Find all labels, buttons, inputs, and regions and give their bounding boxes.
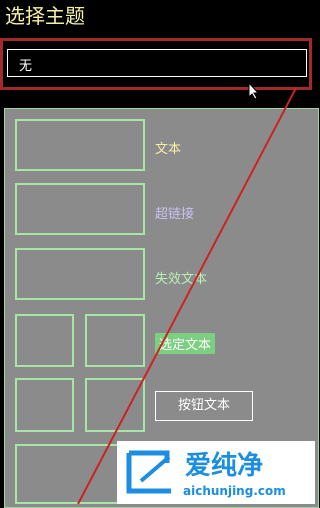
mouse-pointer-icon xyxy=(248,82,260,100)
button-text-fg-swatch[interactable] xyxy=(15,378,74,432)
page-title: 选择主题 xyxy=(5,4,85,28)
disabled-text-sample: 失效文本 xyxy=(155,272,208,287)
button-text-bg-swatch[interactable] xyxy=(85,378,145,432)
text-sample: 文本 xyxy=(155,142,182,157)
selected-text-fg-swatch[interactable] xyxy=(15,314,74,367)
hyperlink-color-swatch[interactable] xyxy=(15,183,145,235)
watermark-logo-icon xyxy=(126,450,171,494)
selected-text-sample: 选定文本 xyxy=(155,333,216,354)
watermark-name: 爱纯净 xyxy=(185,451,264,481)
theme-select-highlight: 无 xyxy=(0,38,312,90)
theme-select-value: 无 xyxy=(19,59,33,74)
watermark: 爱纯净 aichunjing.com xyxy=(117,441,315,504)
button-text-sample[interactable]: 按钮文本 xyxy=(155,391,253,421)
text-color-swatch[interactable] xyxy=(15,119,145,171)
theme-select-dropdown[interactable]: 无 xyxy=(7,49,307,77)
disabled-text-color-swatch[interactable] xyxy=(15,248,145,300)
hyperlink-sample: 超链接 xyxy=(155,207,195,222)
watermark-url: aichunjing.com xyxy=(183,484,286,498)
selected-text-bg-swatch[interactable] xyxy=(85,314,145,367)
